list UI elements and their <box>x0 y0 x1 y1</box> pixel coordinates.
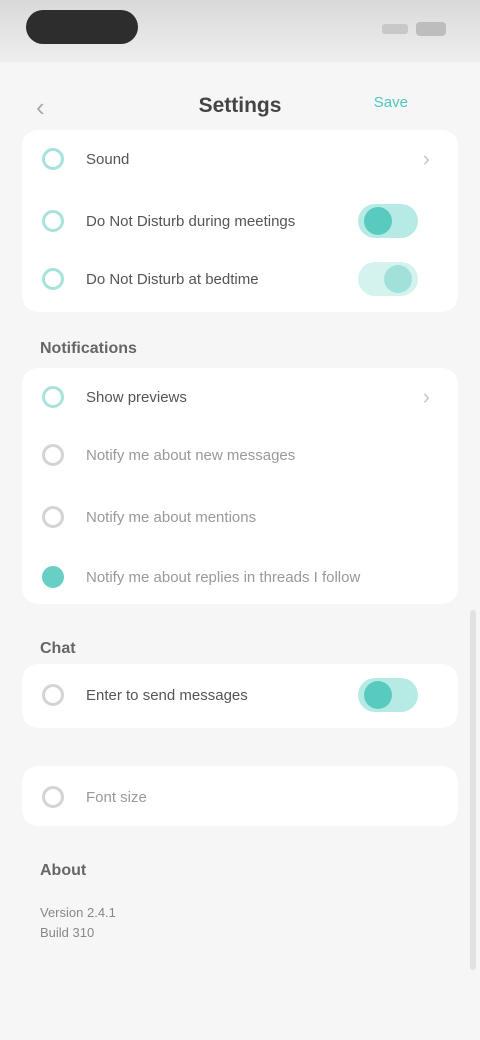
text-size-icon <box>42 786 64 808</box>
chevron-right-icon: › <box>422 146 430 171</box>
dnd-meetings-toggle[interactable] <box>358 204 418 238</box>
row-dnd-meetings: Do Not Disturb during meetings <box>22 192 458 250</box>
row-label: Do Not Disturb during meetings <box>86 212 296 230</box>
row-label: Do Not Disturb at bedtime <box>86 270 259 288</box>
row-label: Notify me about mentions <box>86 508 257 526</box>
keyboard-icon <box>42 684 64 706</box>
row-show-previews[interactable]: Show previews › <box>22 368 458 426</box>
row-label: Enter to send messages <box>86 686 248 704</box>
bell-icon <box>42 444 64 466</box>
row-font-size[interactable]: Font size <box>22 768 458 826</box>
settings-group-chat: Enter to send messages <box>22 664 458 728</box>
row-notify-mentions[interactable]: Notify me about mentions <box>22 488 458 546</box>
settings-group-appearance: Font size <box>22 766 458 826</box>
about-version: Version 2.4.1 <box>40 905 116 920</box>
eye-icon <box>42 386 64 408</box>
thread-icon <box>42 566 64 588</box>
chevron-right-icon: › <box>422 384 430 409</box>
status-time-pill <box>26 10 138 44</box>
moon-icon <box>42 210 64 232</box>
row-label: Sound <box>86 150 130 168</box>
signal-icon <box>382 24 408 34</box>
section-title-notifications: Notifications <box>40 340 137 357</box>
row-enter-to-send: Enter to send messages <box>22 666 458 724</box>
row-dnd-bedtime: Do Not Disturb at bedtime <box>22 250 458 308</box>
row-label: Notify me about new messages <box>86 446 296 464</box>
enter-to-send-toggle[interactable] <box>358 678 418 712</box>
section-title-about: About <box>40 862 87 879</box>
clock-icon <box>42 268 64 290</box>
section-title-chat: Chat <box>40 640 76 657</box>
about-build: Build 310 <box>40 925 95 940</box>
page-title: Settings <box>198 94 282 117</box>
at-icon <box>42 506 64 528</box>
status-icons <box>382 22 446 36</box>
row-notify-replies[interactable]: Notify me about replies in threads I fol… <box>22 548 458 606</box>
sound-icon <box>42 148 64 170</box>
settings-group-notifications: Show previews › Notify me about new mess… <box>22 368 458 604</box>
save-button[interactable]: Save <box>374 94 408 111</box>
battery-icon <box>416 22 446 36</box>
row-notify-new-messages[interactable]: Notify me about new messages <box>22 426 458 484</box>
scrollbar[interactable] <box>470 610 476 970</box>
row-sound[interactable]: Sound › <box>22 130 458 188</box>
status-bar <box>0 0 480 62</box>
dnd-bedtime-toggle[interactable] <box>358 262 418 296</box>
settings-group-general: Sound › Do Not Disturb during meetings D… <box>22 130 458 312</box>
row-label: Show previews <box>86 388 187 406</box>
row-label: Font size <box>86 788 147 806</box>
row-label: Notify me about replies in threads I fol… <box>86 568 361 586</box>
